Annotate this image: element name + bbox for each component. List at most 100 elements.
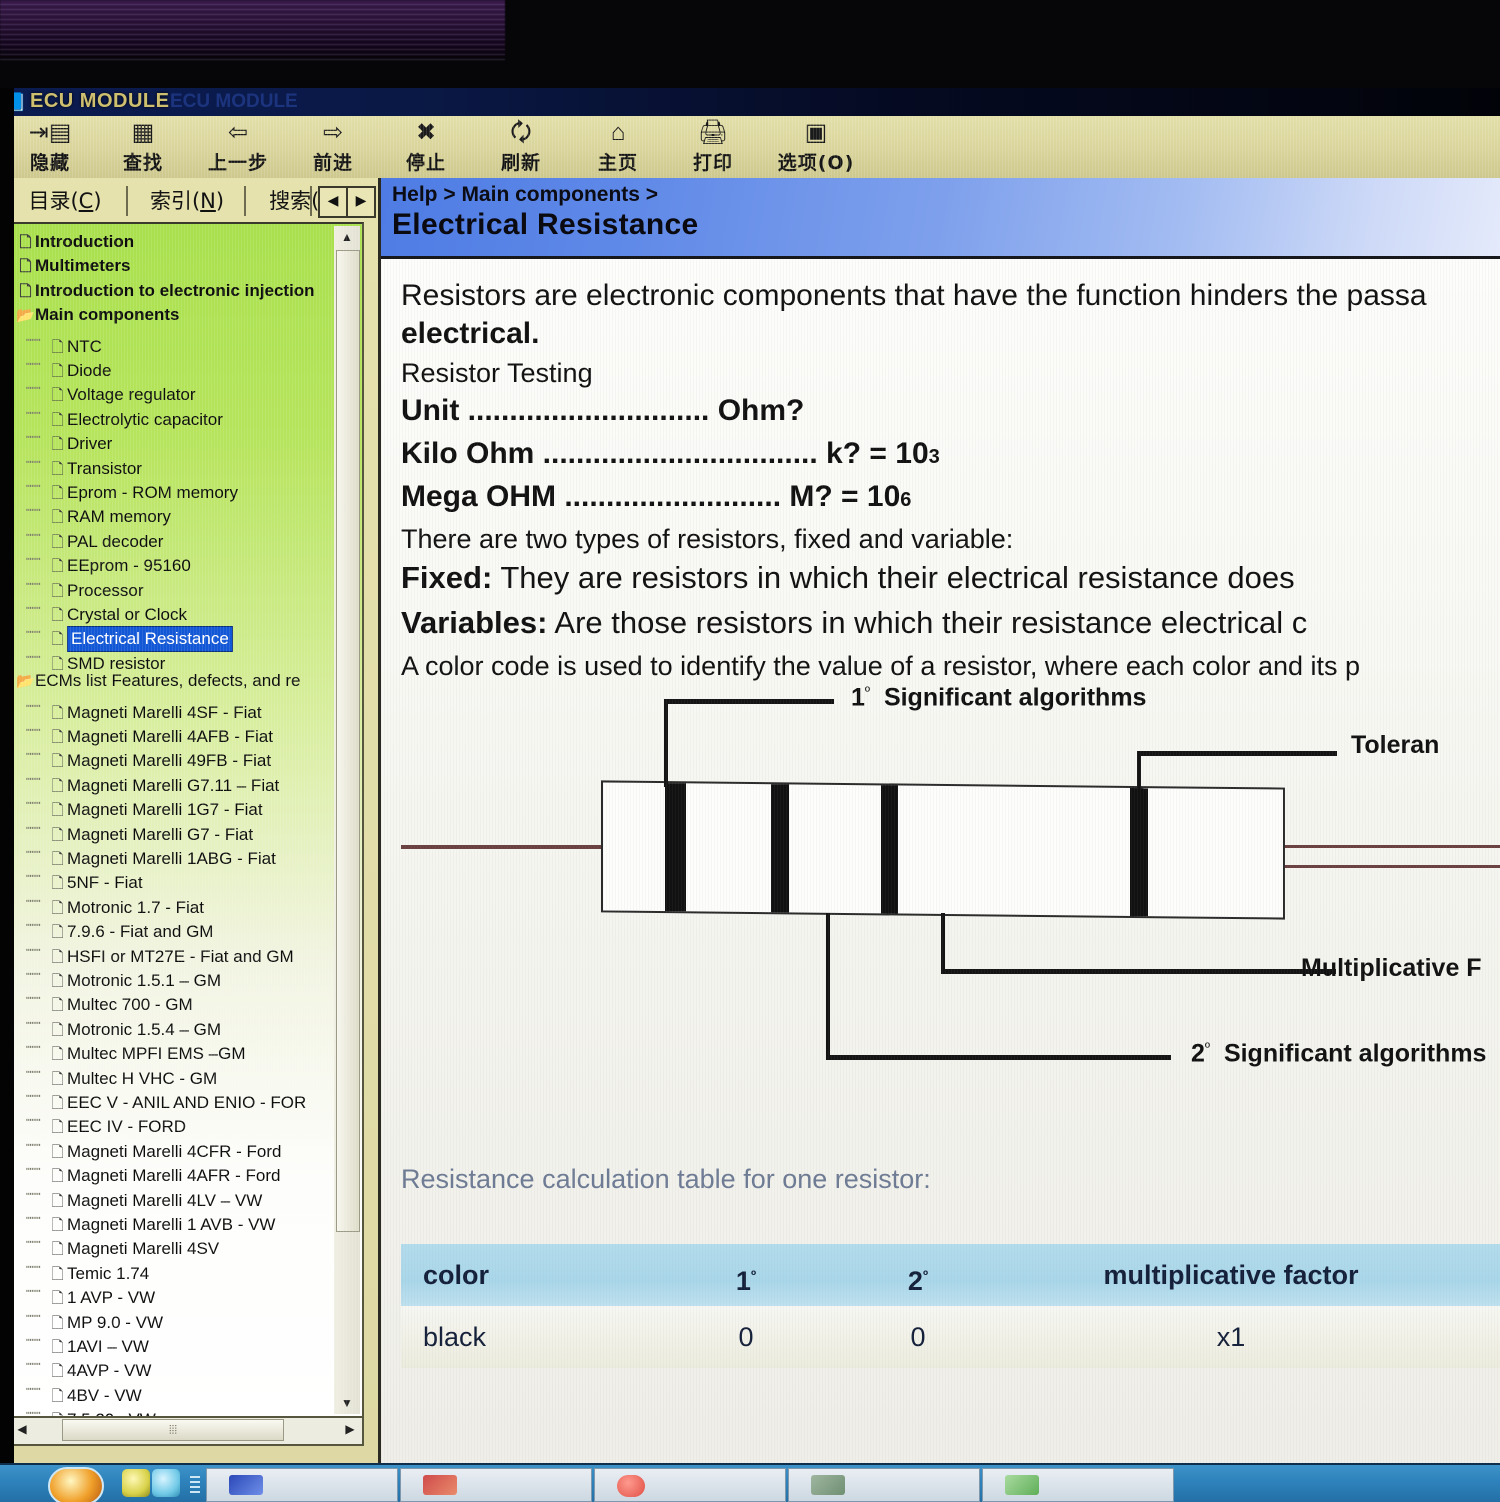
- resistor-band-1: [665, 783, 686, 911]
- tree-item-ram-memory[interactable]: ┉┉🗋RAM memory: [26, 498, 171, 522]
- tree-item-magneti-marelli-4lv-vw[interactable]: ┉┉🗋Magneti Marelli 4LV – VW: [26, 1182, 262, 1206]
- tree-item-transistor[interactable]: ┉┉🗋Transistor: [26, 450, 142, 474]
- tab-scroll-prev-button[interactable]: ◀: [318, 186, 348, 218]
- topic-document: Resistors are electronic components that…: [381, 259, 1500, 1463]
- tree-scroll-up-icon[interactable]: ▲: [334, 226, 360, 248]
- quicklaunch-icon-1[interactable]: [122, 1469, 150, 1497]
- tree-item-main-components[interactable]: 📂Main components: [16, 303, 180, 327]
- tree-scroll-down-icon[interactable]: ▼: [334, 1392, 360, 1414]
- tree-item-magneti-marelli-49fb-fiat[interactable]: ┉┉🗋Magneti Marelli 49FB - Fiat: [26, 742, 271, 766]
- tree-item-electrolytic-capacitor[interactable]: ┉┉🗋Electrolytic capacitor: [26, 401, 223, 425]
- tree-item-magneti-marelli-1-avb-vw[interactable]: ┉┉🗋Magneti Marelli 1 AVB - VW: [26, 1206, 275, 1230]
- variables-description: Are those resistors in which their resis…: [547, 605, 1307, 640]
- tree-item-crystal-or-clock[interactable]: ┉┉🗋Crystal or Clock: [26, 596, 187, 620]
- tree-item-5nf-fiat[interactable]: ┉┉🗋5NF - Fiat: [26, 864, 143, 888]
- start-button[interactable]: [48, 1467, 104, 1502]
- tree-item-multec-700-gm[interactable]: ┉┉🗋Multec 700 - GM: [26, 986, 193, 1010]
- tree-indent-guide: ┉┉: [26, 962, 48, 986]
- tree-item-magneti-marelli-1abg-fiat[interactable]: ┉┉🗋Magneti Marelli 1ABG - Fiat: [26, 840, 276, 864]
- quicklaunch-icon-2[interactable]: [152, 1469, 180, 1497]
- taskbar-item-5[interactable]: [982, 1468, 1174, 1502]
- table-header-first-digit-sup: º: [751, 1267, 756, 1283]
- table-cell-multiplicative-factor: x1: [1041, 1306, 1421, 1368]
- toolbar-button-stop[interactable]: ✖ 停止: [378, 118, 474, 176]
- taskbar-item-1[interactable]: [206, 1468, 398, 1502]
- tree-vertical-scrollbar[interactable]: ▲ ▼: [334, 226, 360, 1414]
- tree-item-motronic-1-5-1-gm[interactable]: ┉┉🗋Motronic 1.5.1 – GM: [26, 962, 221, 986]
- tree-item-magneti-marelli-4sv[interactable]: ┉┉🗋Magneti Marelli 4SV: [26, 1230, 219, 1254]
- tree-item-4bv-vw[interactable]: ┉┉🗋4BV - VW: [26, 1377, 142, 1401]
- tree-item-temic-1-74[interactable]: ┉┉🗋Temic 1.74: [26, 1255, 149, 1279]
- tree-indent-guide: ┉┉: [26, 742, 48, 766]
- tree-item-magneti-marelli-g7-11-fiat[interactable]: ┉┉🗋Magneti Marelli G7.11 – Fiat: [26, 767, 279, 791]
- tree-item-magneti-marelli-4sf-fiat[interactable]: ┉┉🗋Magneti Marelli 4SF - Fiat: [26, 694, 262, 718]
- toolbar-button-find[interactable]: ▦ 查找: [95, 118, 191, 176]
- window-title: ECU MODULE: [30, 90, 169, 113]
- tab-contents[interactable]: 目录(C): [8, 182, 122, 220]
- tree-hscroll-thumb[interactable]: ⦙⦙⦙: [62, 1419, 284, 1441]
- tree-item-ntc[interactable]: ┉┉🗋NTC: [26, 328, 102, 352]
- tree-indent-guide: ┉┉: [26, 547, 48, 571]
- resistor-band-3: [881, 785, 898, 913]
- tree-item-magneti-marelli-4cfr-ford[interactable]: ┉┉🗋Magneti Marelli 4CFR - Ford: [26, 1133, 281, 1157]
- window-titlebar[interactable]: 📘 ECU MODULE ECU MODULE: [0, 88, 1500, 116]
- tree-item-processor[interactable]: ┉┉🗋Processor: [26, 572, 144, 596]
- table-cell-color: black: [423, 1306, 486, 1368]
- tree-indent-guide: ┉┉: [26, 425, 48, 449]
- tab-scroll-next-button[interactable]: ▶: [346, 186, 376, 218]
- tree-item-hsfi-or-mt27e-fiat-and-gm[interactable]: ┉┉🗋HSFI or MT27E - Fiat and GM: [26, 938, 294, 962]
- tree-hscroll-right-icon[interactable]: ▶: [338, 1418, 362, 1440]
- toolbar-button-hide[interactable]: ⇥▤ 隐藏: [2, 118, 98, 176]
- taskbar-item-2[interactable]: [400, 1468, 592, 1502]
- tree-item-1avi-vw[interactable]: ┉┉🗋1AVI – VW: [26, 1328, 149, 1352]
- tree-item-motronic-1-5-4-gm[interactable]: ┉┉🗋Motronic 1.5.4 – GM: [26, 1011, 221, 1035]
- toolbar-button-home[interactable]: ⌂ 主页: [570, 118, 666, 176]
- tree-item-magneti-marelli-4afb-fiat[interactable]: ┉┉🗋Magneti Marelli 4AFB - Fiat: [26, 718, 273, 742]
- taskbar-item-3[interactable]: [594, 1468, 786, 1502]
- tree-item-electrical-resistance[interactable]: ┉┉🗋Electrical Resistance: [26, 620, 233, 644]
- tree-item-magneti-marelli-g7-fiat[interactable]: ┉┉🗋Magneti Marelli G7 - Fiat: [26, 816, 253, 840]
- tree-item-multimeters[interactable]: 🗋Multimeters: [16, 254, 130, 278]
- tree-item-1-avp-vw[interactable]: ┉┉🗋1 AVP - VW: [26, 1279, 155, 1303]
- tree-indent-guide: ┉┉: [26, 596, 48, 620]
- contents-tree[interactable]: 🗋Introduction🗋Multimeters🗋Introduction t…: [8, 222, 364, 1418]
- tree-item-eeprom-95160[interactable]: ┉┉🗋EEprom - 95160: [26, 547, 191, 571]
- toolbar-button-forward[interactable]: ⇨ 前进: [285, 118, 381, 176]
- tree-item-driver[interactable]: ┉┉🗋Driver: [26, 425, 112, 449]
- tree-item-mp-9-0-vw[interactable]: ┉┉🗋MP 9.0 - VW: [26, 1304, 163, 1328]
- tree-item-pal-decoder[interactable]: ┉┉🗋PAL decoder: [26, 523, 163, 547]
- taskbar-item-4[interactable]: [788, 1468, 980, 1502]
- tree-item-multec-h-vhc-gm[interactable]: ┉┉🗋Multec H VHC - GM: [26, 1060, 217, 1084]
- table-header-second-digit: 2º: [873, 1244, 963, 1306]
- table-header-first-digit: 1º: [701, 1244, 791, 1306]
- toolbar-button-back[interactable]: ⇦ 上一步: [190, 118, 286, 176]
- tree-horizontal-scrollbar[interactable]: ◀ ⦙⦙⦙ ▶: [8, 1416, 364, 1446]
- print-icon: 🖨: [665, 118, 761, 148]
- tree-item-eec-v-anil-and-enio-for[interactable]: ┉┉🗋EEC V - ANIL AND ENIO - FOR: [26, 1084, 306, 1108]
- tree-item-ecms-list-features-defects-and-re[interactable]: 📂ECMs list Features, defects, and re: [16, 669, 301, 693]
- tree-indent-guide: ┉┉: [26, 694, 48, 718]
- tree-item-smd-resistor[interactable]: ┉┉🗋SMD resistor: [26, 645, 165, 669]
- tree-item-7-9-6-fiat-and-gm[interactable]: ┉┉🗋7.9.6 - Fiat and GM: [26, 913, 213, 937]
- tree-item-magneti-marelli-1g7-fiat[interactable]: ┉┉🗋Magneti Marelli 1G7 - Fiat: [26, 791, 263, 815]
- kilo-ohm-text: Kilo Ohm ...............................…: [401, 437, 929, 470]
- toolbar-grip-icon[interactable]: [190, 1473, 200, 1493]
- tree-item-multec-mpfi-ems-gm[interactable]: ┉┉🗋Multec MPFI EMS –GM: [26, 1035, 246, 1059]
- breadcrumb[interactable]: Help > Main components >: [392, 183, 658, 207]
- toolbar-button-print[interactable]: 🖨 打印: [665, 118, 761, 176]
- tree-item-diode[interactable]: ┉┉🗋Diode: [26, 352, 111, 376]
- toolbar-button-options[interactable]: ▣ 选项(O): [756, 118, 876, 176]
- tab-index[interactable]: 索引(N): [132, 182, 242, 220]
- toolbar-button-refresh[interactable]: 🗘 刷新: [473, 118, 569, 176]
- tree-item-magneti-marelli-4afr-ford[interactable]: ┉┉🗋Magneti Marelli 4AFR - Ford: [26, 1157, 281, 1181]
- tree-item-motronic-1-7-fiat[interactable]: ┉┉🗋Motronic 1.7 - Fiat: [26, 889, 204, 913]
- tree-item-introduction[interactable]: 🗋Introduction: [16, 230, 134, 254]
- tree-item-voltage-regulator[interactable]: ┉┉🗋Voltage regulator: [26, 376, 196, 400]
- tree-item-eprom-rom-memory[interactable]: ┉┉🗋Eprom - ROM memory: [26, 474, 238, 498]
- tree-item-eec-iv-ford[interactable]: ┉┉🗋EEC IV - FORD: [26, 1108, 186, 1132]
- tree-item-introduction-to-electronic-injection[interactable]: 🗋Introduction to electronic injection: [16, 279, 315, 303]
- tree-indent-guide: ┉┉: [26, 1108, 48, 1132]
- tree-item-4avp-vw[interactable]: ┉┉🗋4AVP - VW: [26, 1352, 151, 1376]
- tree-scroll-thumb[interactable]: [336, 250, 360, 1232]
- navigation-tabstrip: 目录(C) 索引(N) 搜索(S) ◀ ▶: [0, 178, 378, 222]
